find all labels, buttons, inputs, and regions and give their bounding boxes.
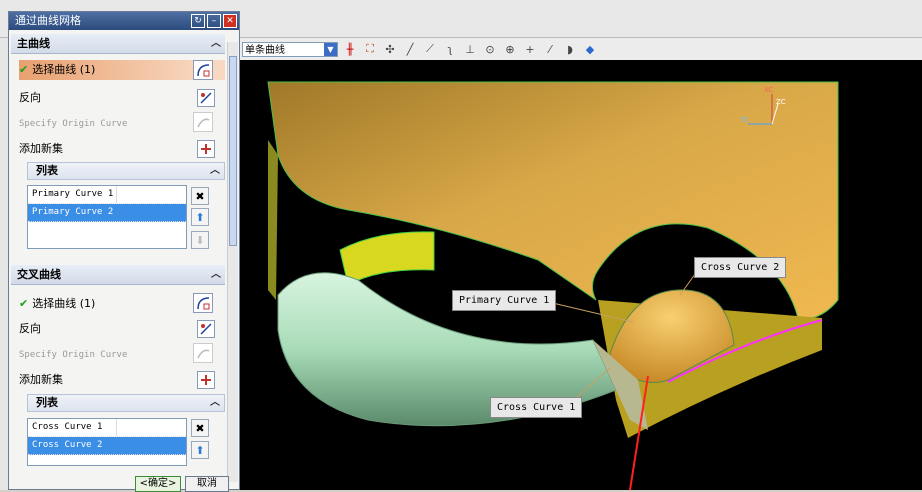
- cross-curve-2-label[interactable]: Cross Curve 2: [694, 257, 787, 278]
- delete-icon[interactable]: ✖: [191, 187, 209, 205]
- dialog-scrollbar[interactable]: [227, 42, 238, 482]
- left-resource-strip: [0, 38, 8, 490]
- refresh-icon[interactable]: ↻: [191, 14, 205, 28]
- list-item-label: Primary Curve 1: [32, 189, 114, 199]
- model-view: XC YC ZC: [267, 81, 839, 490]
- check-icon: ✔: [19, 63, 29, 76]
- primary-select-curve-label: 选择曲线 (1): [32, 63, 96, 76]
- end-point-icon[interactable]: ╱: [402, 41, 418, 57]
- primary-reverse-label: 反向: [19, 91, 41, 104]
- origin-curve-icon[interactable]: [193, 112, 213, 132]
- dialog-title: 通过曲线网格: [15, 14, 81, 27]
- primary-list-header[interactable]: 列表 ︿: [27, 162, 225, 180]
- solid-body-icon[interactable]: ◆: [582, 41, 598, 57]
- reverse-icon[interactable]: [197, 320, 215, 338]
- cross-curves-title: 交叉曲线: [17, 268, 61, 281]
- triad-yc-label: YC: [739, 116, 749, 124]
- list-item-label: Primary Curve 2: [32, 207, 114, 217]
- graphics-viewport[interactable]: XC YC ZC Primary Curve 1 Cross Curve 2 C…: [238, 60, 922, 490]
- primary-curves-header[interactable]: 主曲线 ︿: [11, 34, 225, 54]
- delete-icon[interactable]: ✖: [191, 419, 209, 437]
- move-up-icon[interactable]: ⬆: [191, 441, 209, 459]
- minimize-icon[interactable]: –: [207, 14, 221, 28]
- collapse-chevron-icon[interactable]: ︿: [211, 34, 221, 53]
- select-curve-icon[interactable]: [193, 60, 213, 80]
- add-set-icon[interactable]: [197, 371, 215, 389]
- stop-at-intersection-icon[interactable]: ╫: [342, 41, 358, 57]
- chevron-down-icon[interactable]: ▼: [324, 42, 337, 56]
- cross-list-header[interactable]: 列表 ︿: [27, 394, 225, 412]
- follow-fillet-icon[interactable]: ⛶: [362, 41, 378, 57]
- cross-origin-label: Specify Origin Curve: [19, 350, 128, 360]
- scrollbar-thumb[interactable]: [229, 56, 237, 246]
- dialog-titlebar[interactable]: 通过曲线网格 ↻ – ✕: [9, 12, 239, 30]
- intersection-point-icon[interactable]: ⊥: [462, 41, 478, 57]
- cross-curves-header[interactable]: 交叉曲线 ︿: [11, 265, 225, 285]
- control-point-icon[interactable]: ʅ: [442, 41, 458, 57]
- side-fin: [339, 231, 435, 286]
- cross-reverse-row: 反向: [19, 319, 225, 339]
- mid-point-icon[interactable]: ⟋: [422, 41, 438, 57]
- primary-origin-label: Specify Origin Curve: [19, 119, 128, 129]
- collapse-chevron-icon[interactable]: ︿: [211, 265, 221, 284]
- move-down-icon[interactable]: ⬇: [191, 231, 209, 249]
- list-item-label: Cross Curve 1: [32, 422, 103, 432]
- primary-add-set-row: 添加新集: [19, 139, 225, 159]
- point-on-curve-icon[interactable]: ⁄: [542, 41, 558, 57]
- select-curve-icon[interactable]: [193, 293, 213, 313]
- cross-reverse-label: 反向: [19, 322, 41, 335]
- cross-curve-1-label[interactable]: Cross Curve 1: [490, 397, 583, 418]
- cross-select-curve-label: 选择曲线 (1): [32, 297, 96, 310]
- primary-curve-1-label[interactable]: Primary Curve 1: [452, 290, 557, 311]
- triad-xc-label: XC: [764, 86, 773, 94]
- list-item[interactable]: Cross Curve 2: [28, 437, 186, 455]
- check-icon: ✔: [19, 297, 29, 310]
- cross-curve-list: Cross Curve 1 Cross Curve 2: [27, 418, 187, 466]
- move-up-icon[interactable]: ⬆: [191, 208, 209, 226]
- cross-add-set-label: 添加新集: [19, 373, 63, 386]
- selection-toolbar: 单条曲线 ▼ ╫ ⛶ ✣ ╱ ⟋ ʅ ⊥ ⊙ ⊕ + ⁄ ◗ ◆: [238, 38, 922, 61]
- primary-curve-list: Primary Curve 1 Primary Curve 2: [27, 185, 187, 249]
- point-on-surface-icon[interactable]: ◗: [562, 41, 578, 57]
- left-edge-strip: [268, 140, 278, 300]
- origin-curve-icon[interactable]: [193, 343, 213, 363]
- curve-mesh-dialog: 通过曲线网格 ↻ – ✕ 主曲线 ︿ ✔ 选择曲线 (1) 反向 Specify …: [8, 11, 240, 492]
- collapse-chevron-icon[interactable]: ︿: [210, 163, 220, 179]
- list-item[interactable]: Primary Curve 2: [28, 204, 186, 222]
- list-item[interactable]: Primary Curve 1: [28, 186, 186, 204]
- close-icon[interactable]: ✕: [223, 14, 237, 28]
- triad-zc-label: ZC: [776, 98, 786, 106]
- curve-rule-value: 单条曲线: [245, 44, 285, 56]
- arc-center-icon[interactable]: ⊙: [482, 41, 498, 57]
- cross-list-title: 列表: [36, 396, 58, 409]
- list-item[interactable]: Cross Curve 1: [28, 419, 186, 437]
- existing-point-icon[interactable]: +: [522, 41, 538, 57]
- cross-add-set-row: 添加新集: [19, 370, 225, 390]
- primary-reverse-row: 反向: [19, 88, 225, 108]
- quadrant-point-icon[interactable]: ⊕: [502, 41, 518, 57]
- primary-curves-title: 主曲线: [17, 37, 50, 50]
- primary-list-title: 列表: [36, 164, 58, 177]
- snap-point-icon[interactable]: ✣: [382, 41, 398, 57]
- list-item-label: Cross Curve 2: [32, 440, 103, 450]
- primary-add-set-label: 添加新集: [19, 142, 63, 155]
- reverse-icon[interactable]: [197, 89, 215, 107]
- add-set-icon[interactable]: [197, 140, 215, 158]
- collapse-chevron-icon[interactable]: ︿: [210, 395, 220, 411]
- curve-rule-dropdown[interactable]: 单条曲线 ▼: [242, 41, 338, 57]
